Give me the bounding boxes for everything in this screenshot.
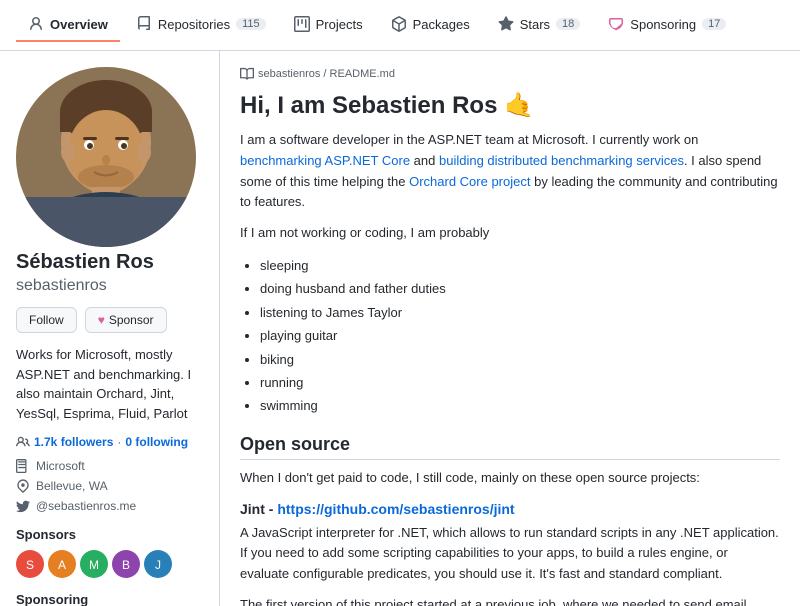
sponsors-heading: Sponsors [16, 527, 203, 542]
followers-stats: 1.7k followers · 0 following [16, 435, 203, 449]
orchard-link[interactable]: Orchard Core project [409, 174, 530, 189]
distributed-link[interactable]: building distributed benchmarking servic… [439, 153, 684, 168]
person-icon [28, 16, 44, 32]
company-item: Microsoft [16, 459, 203, 473]
followers-link[interactable]: 1.7k followers [34, 435, 113, 449]
tab-packages-label: Packages [413, 17, 470, 32]
tab-overview-label: Overview [50, 17, 108, 32]
repo-icon [136, 16, 152, 32]
star-icon [498, 16, 514, 32]
stars-badge: 18 [556, 18, 580, 30]
svg-text:J: J [155, 558, 161, 572]
readme-breadcrumb-text: sebastienros / README.md [258, 68, 395, 80]
book-icon [240, 67, 254, 81]
sponsoring-badge: 17 [702, 18, 726, 30]
readme-body: Hi, I am Sebastien Ros 🤙 I am a software… [240, 91, 780, 606]
avatar-image [16, 67, 196, 247]
location-item: Bellevue, WA [16, 479, 203, 493]
building-icon [16, 459, 30, 473]
website-url: @sebastienros.me [36, 499, 136, 513]
followers-count: 1.7k [34, 435, 57, 449]
tab-stars-label: Stars [520, 17, 550, 32]
location-icon [16, 479, 30, 493]
sponsor-avatar-1: S [16, 550, 44, 578]
repositories-badge: 115 [236, 18, 266, 30]
location-name: Bellevue, WA [36, 479, 108, 493]
sponsor-avatar-4: B [112, 550, 140, 578]
profile-nav: Overview Repositories 115 Projects Packa… [0, 0, 800, 51]
heart-icon: ♥ [98, 313, 105, 327]
sponsor-label: Sponsor [109, 313, 154, 327]
project-icon [294, 16, 310, 32]
tab-projects[interactable]: Projects [282, 8, 375, 42]
svg-text:A: A [58, 558, 66, 572]
svg-text:B: B [122, 558, 130, 572]
sponsor-button[interactable]: ♥ Sponsor [85, 307, 167, 333]
following-count: 0 [125, 435, 132, 449]
sponsors-list: S A M B J [16, 550, 203, 578]
svg-text:S: S [26, 558, 34, 572]
profile-sidebar: Sébastien Ros sebastienros Follow ♥ Spon… [0, 51, 220, 606]
activity-husband: doing husband and father duties [260, 277, 780, 300]
tab-projects-label: Projects [316, 17, 363, 32]
jint-history: The first version of this project starte… [240, 595, 780, 606]
activity-running: running [260, 371, 780, 394]
svg-text:M: M [89, 558, 99, 572]
twitter-icon [16, 499, 30, 513]
avatar [16, 67, 203, 250]
readme-greeting: Hi, I am Sebastien Ros 🤙 [240, 91, 780, 120]
activity-sleeping: sleeping [260, 254, 780, 277]
activities-list: sleeping doing husband and father duties… [260, 254, 780, 418]
company-name: Microsoft [36, 459, 85, 473]
sponsor-avatar-2: A [48, 550, 76, 578]
tab-repositories[interactable]: Repositories 115 [124, 8, 278, 42]
website-item: @sebastienros.me [16, 499, 203, 513]
sponsor-avatar-3: M [80, 550, 108, 578]
sponsor-avatar-5: J [144, 550, 172, 578]
profile-content: sebastienros / README.md Hi, I am Sebast… [220, 51, 800, 606]
tab-packages[interactable]: Packages [379, 8, 482, 42]
tab-sponsoring[interactable]: Sponsoring 17 [596, 8, 738, 42]
user-bio: Works for Microsoft, mostly ASP.NET and … [16, 345, 203, 423]
tab-stars[interactable]: Stars 18 [486, 8, 593, 42]
open-source-heading: Open source [240, 434, 780, 460]
people-icon [16, 435, 30, 449]
package-icon [391, 16, 407, 32]
tab-sponsoring-label: Sponsoring [630, 17, 696, 32]
separator: · [117, 435, 121, 449]
jint-url[interactable]: https://github.com/sebastienros/jint [277, 501, 514, 517]
display-name: Sébastien Ros [16, 250, 203, 275]
tab-repositories-label: Repositories [158, 17, 230, 32]
activity-james: listening to James Taylor [260, 301, 780, 324]
jint-description: A JavaScript interpreter for .NET, which… [240, 523, 780, 585]
open-source-intro: When I don't get paid to code, I still c… [240, 468, 780, 489]
readme-breadcrumb: sebastienros / README.md [240, 67, 780, 81]
not-coding-label: If I am not working or coding, I am prob… [240, 223, 780, 244]
main-layout: Sébastien Ros sebastienros Follow ♥ Spon… [0, 51, 800, 606]
heart-nav-icon [608, 16, 624, 32]
activity-biking: biking [260, 348, 780, 371]
activity-swimming: swimming [260, 394, 780, 417]
tab-overview[interactable]: Overview [16, 8, 120, 42]
follow-button[interactable]: Follow [16, 307, 77, 333]
following-link[interactable]: 0 following [125, 435, 188, 449]
username: sebastienros [16, 277, 203, 295]
jint-heading: Jint - https://github.com/sebastienros/j… [240, 501, 780, 517]
activity-guitar: playing guitar [260, 324, 780, 347]
action-buttons: Follow ♥ Sponsor [16, 307, 203, 333]
intro-paragraph: I am a software developer in the ASP.NET… [240, 130, 780, 213]
sponsoring-heading: Sponsoring [16, 592, 203, 606]
benchmarking-link[interactable]: benchmarking ASP.NET Core [240, 153, 410, 168]
